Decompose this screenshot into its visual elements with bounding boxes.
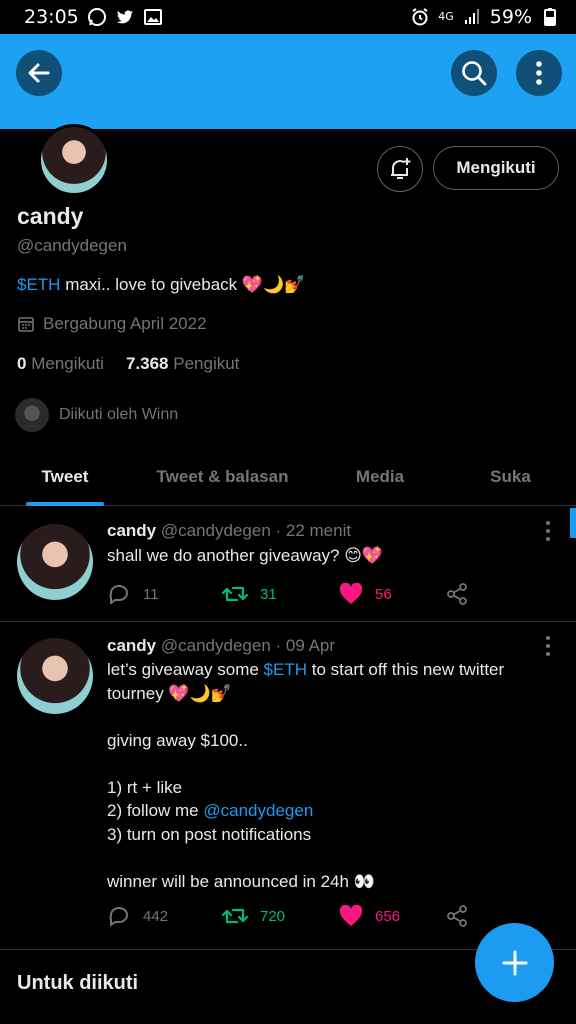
tweet-author: candy	[107, 636, 157, 655]
following-button[interactable]: Mengikuti	[433, 146, 559, 190]
retweet-count: 31	[260, 585, 277, 603]
tab-tweet[interactable]: Tweet	[0, 448, 130, 506]
like-count: 56	[375, 585, 392, 603]
battery-icon	[544, 8, 556, 26]
tab-likes[interactable]: Suka	[445, 448, 576, 506]
battery-level: 59%	[489, 6, 532, 28]
reply-icon	[109, 585, 128, 604]
tweet-author: candy	[107, 521, 157, 540]
share-icon	[447, 583, 467, 605]
joined-date: Bergabung April 2022	[17, 314, 207, 334]
followed-by[interactable]: Diikuti oleh Winn	[15, 398, 178, 432]
followed-by-text: Diikuti oleh Winn	[59, 406, 179, 423]
eth-link[interactable]: $ETH	[264, 660, 307, 679]
following-stat[interactable]: 0 Mengikuti	[17, 354, 104, 374]
alarm-icon	[412, 8, 428, 26]
reply-count: 11	[143, 585, 159, 603]
tweet-item[interactable]: candy @candydegen · 22 menit shall we do…	[0, 507, 576, 622]
followers-label: Pengikut	[173, 354, 240, 373]
calendar-icon	[18, 317, 34, 332]
followers-stat[interactable]: 7.368 Pengikut	[126, 354, 239, 374]
tweet-text-part: 3) turn on post notifications winner wil…	[107, 824, 375, 891]
share-button[interactable]	[445, 904, 469, 928]
retweet-icon	[222, 586, 248, 602]
arrow-left-icon	[28, 63, 50, 83]
search-button[interactable]	[451, 50, 497, 96]
tab-media[interactable]: Media	[315, 448, 445, 506]
more-options-button[interactable]	[516, 50, 562, 96]
compose-tweet-button[interactable]	[475, 923, 554, 1002]
search-icon	[462, 61, 487, 86]
tweet-text: let’s giveaway some $ETH to start off th…	[107, 658, 547, 893]
tweet-text-part: let’s giveaway some	[107, 660, 264, 679]
bio-eth-link[interactable]: $ETH	[17, 275, 60, 294]
share-button[interactable]	[445, 582, 469, 606]
profile-handle: @candydegen	[17, 236, 127, 255]
whatsapp-icon	[87, 8, 106, 26]
reply-button[interactable]: 442	[107, 904, 222, 928]
who-to-follow-heading: Untuk diikuti	[17, 972, 139, 994]
tweet-header: candy @candydegen · 22 menit	[107, 521, 351, 541]
followers-count: 7.368	[125, 354, 169, 373]
profile-bio: $ETH maxi.. love to giveback 💖🌙💅	[17, 275, 305, 295]
like-button[interactable]: 56	[339, 583, 445, 605]
notification-bell-button[interactable]	[377, 146, 423, 192]
tweet-meta: @candydegen · 22 menit	[160, 521, 352, 540]
signal-icon	[464, 9, 479, 24]
following-count: 0	[17, 354, 27, 373]
tab-tweet-replies[interactable]: Tweet & balasan	[130, 448, 315, 506]
tweet-actions: 11 31 56	[107, 582, 469, 606]
follow-stats: 0 Mengikuti 7.368 Pengikut	[17, 354, 239, 374]
tweet-meta: @candydegen · 09 Apr	[160, 636, 336, 655]
share-icon	[447, 905, 467, 927]
tweet-more-button[interactable]	[540, 636, 556, 656]
tweet-text-part: to start off this new twitter tourney 💖🌙…	[107, 660, 505, 820]
retweet-button[interactable]: 720	[222, 904, 339, 928]
retweet-button[interactable]: 31	[222, 582, 339, 606]
tweet-item[interactable]: candy @candydegen · 09 Apr let’s giveawa…	[0, 622, 576, 950]
kebab-menu-icon	[536, 61, 542, 85]
twitter-icon	[116, 10, 133, 24]
tweet-avatar[interactable]	[17, 524, 93, 600]
heart-icon	[339, 583, 363, 604]
tweet-more-button[interactable]	[540, 521, 556, 541]
like-count: 656	[375, 907, 401, 925]
status-bar: 23:05 4G 59%	[0, 0, 576, 34]
retweet-icon	[222, 908, 248, 924]
retweet-count: 720	[260, 907, 286, 925]
reply-icon	[109, 907, 128, 926]
bell-plus-icon	[391, 158, 411, 179]
plus-icon	[502, 950, 527, 975]
tweet-avatar[interactable]	[17, 638, 93, 714]
follower-avatar	[15, 398, 49, 432]
joined-text: Bergabung April 2022	[43, 314, 207, 333]
gallery-icon	[143, 9, 162, 25]
status-time: 23:05	[24, 6, 79, 28]
profile-banner	[0, 34, 576, 129]
following-label: Mengikuti	[31, 354, 104, 373]
like-button[interactable]: 656	[339, 905, 445, 927]
profile-tabs: Tweet Tweet & balasan Media Suka	[0, 448, 576, 506]
tweet-header: candy @candydegen · 09 Apr	[107, 636, 335, 656]
profile-name: candy	[17, 203, 84, 229]
tweet-actions: 442 720 656	[107, 904, 469, 928]
heart-icon	[339, 905, 363, 926]
bio-text: maxi.. love to giveback 💖🌙💅	[60, 275, 306, 294]
profile-avatar[interactable]	[38, 124, 110, 196]
reply-button[interactable]: 11	[107, 582, 222, 606]
back-button[interactable]	[16, 50, 62, 96]
mention-link[interactable]: @candydegen	[203, 801, 313, 820]
network-type: 4G	[438, 10, 454, 23]
reply-count: 442	[143, 907, 169, 925]
tweet-text: shall we do another giveaway? 😊💖	[107, 546, 384, 565]
